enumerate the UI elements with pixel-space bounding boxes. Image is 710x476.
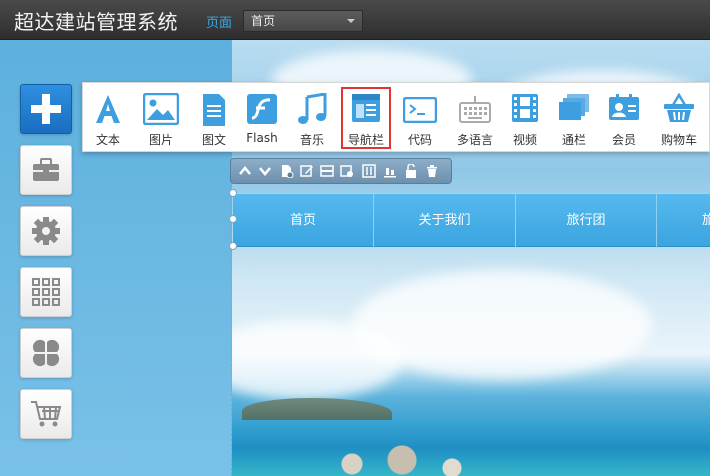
tool-image-text[interactable]: 图文 [191,83,237,153]
element-edit-toolbar [230,158,452,184]
keyboard-icon [459,96,491,123]
edit-icon[interactable] [300,164,314,178]
apps-button[interactable] [20,267,72,317]
page-select-value: 首页 [251,14,276,28]
settings-button[interactable] [20,206,72,256]
tool-label: 导航栏 [347,133,384,147]
delete-icon[interactable] [425,164,439,178]
nav-item[interactable]: 首页 [233,194,374,248]
tool-video[interactable]: 视频 [505,83,545,153]
tool-member[interactable]: 会员 [601,83,647,153]
add-button[interactable] [20,84,72,134]
tool-label: 通栏 [561,133,586,147]
tool-label: 视频 [512,133,537,147]
move-up-icon[interactable] [238,164,252,178]
modules-button[interactable] [20,328,72,378]
chevron-down-icon [347,19,355,23]
page-label: 页面 [206,16,233,31]
resize-handle[interactable] [229,189,237,197]
tool-text[interactable]: 文本 [85,83,131,153]
move-down-icon[interactable] [258,164,272,178]
adjust-icon[interactable] [362,164,376,178]
cart-icon [31,401,62,427]
layout-icon[interactable] [320,164,334,178]
tool-music[interactable]: 音乐 [289,83,335,153]
unlock-icon[interactable] [404,164,418,178]
component-toolbar: 文本 图片 图文 Flash 音乐 导航栏 代码 多语言 视频 通栏 会员 购物… [82,82,710,152]
resize-handle[interactable] [229,215,237,223]
resize-handle[interactable] [229,242,237,250]
banner-icon [559,94,589,120]
tool-code[interactable]: 代码 [397,83,443,153]
image-icon [143,93,179,125]
tool-label: Flash [246,131,278,145]
tool-multilang[interactable]: 多语言 [449,83,501,153]
align-bottom-icon[interactable] [383,164,397,178]
clover-icon [32,339,60,367]
image-text-icon [203,94,225,126]
text-icon [96,95,120,123]
plus-icon [31,94,61,124]
gear-icon [32,217,60,245]
tool-label: 音乐 [299,133,324,147]
tool-label: 图片 [148,133,173,147]
rocks [292,440,492,476]
flash-icon [247,94,277,124]
tool-label: 图文 [201,133,226,147]
top-bar: 超达建站管理系统 页面 首页 [0,0,710,40]
tool-banner[interactable]: 通栏 [551,83,597,153]
tool-label: 会员 [611,133,636,147]
grid-icon [32,278,60,306]
video-icon [512,94,538,122]
member-icon [609,94,639,120]
page-settings-icon[interactable] [280,164,294,178]
music-icon [298,93,327,124]
nav-item[interactable]: 旅行团 [516,194,657,248]
navbar-icon [352,94,380,122]
tool-label: 多语言 [456,133,493,147]
page-select[interactable]: 首页 [243,10,363,32]
tool-label: 购物车 [660,133,697,147]
tool-label: 代码 [407,133,432,147]
app-title: 超达建站管理系统 [14,10,178,34]
nav-item[interactable]: 关于我们 [374,194,516,248]
tool-image[interactable]: 图片 [135,83,187,153]
basket-icon [664,93,694,122]
code-icon [403,97,437,123]
nav-item[interactable]: 旅 [657,194,710,248]
tool-basket[interactable]: 购物车 [653,83,705,153]
navigation-bar[interactable]: 首页 关于我们 旅行团 旅 [233,193,710,248]
tool-navbar[interactable]: 导航栏 [341,87,391,149]
tool-label: 文本 [95,133,120,147]
tool-flash[interactable]: Flash [239,83,285,153]
shop-button[interactable] [20,389,72,439]
toolbox-button[interactable] [20,145,72,195]
toolbox-icon [33,158,59,181]
style-settings-icon[interactable] [340,164,354,178]
